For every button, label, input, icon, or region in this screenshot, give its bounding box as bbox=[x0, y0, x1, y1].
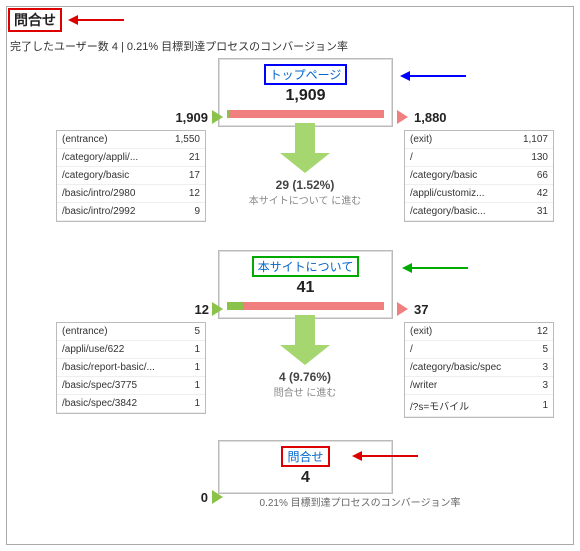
table-row[interactable]: /basic/spec/38421 bbox=[57, 395, 205, 413]
flow-in-icon bbox=[212, 490, 223, 504]
table-row[interactable]: /appli/use/6221 bbox=[57, 341, 205, 359]
table-row[interactable]: /category/basic17 bbox=[57, 167, 205, 185]
final-conversion-note: 0.21% 目標到達プロセスのコンバージョン率 bbox=[230, 494, 490, 509]
funnel-step-1[interactable]: トップページ 1,909 bbox=[218, 58, 393, 127]
step-2-proceed: 4 (9.76%)問合せ に進む bbox=[205, 370, 405, 399]
table-row[interactable]: /?s=モバイル1 bbox=[405, 395, 553, 417]
step-1-exit-table[interactable]: (exit)1,107/130/category/basic66/appli/c… bbox=[404, 130, 554, 222]
table-row[interactable]: (entrance)1,550 bbox=[57, 131, 205, 149]
step-2-out-count: 37 bbox=[414, 302, 428, 317]
table-row[interactable]: /appli/customiz...42 bbox=[405, 185, 553, 203]
table-row[interactable]: (exit)1,107 bbox=[405, 131, 553, 149]
step-1-entrance-table[interactable]: (entrance)1,550/category/appli/...21/cat… bbox=[56, 130, 206, 222]
flow-in-icon bbox=[212, 110, 223, 124]
annotation-arrow-green-icon bbox=[402, 262, 472, 274]
step-2-entrance-table[interactable]: (entrance)5/appli/use/6221/basic/report-… bbox=[56, 322, 206, 414]
flow-in-icon bbox=[212, 302, 223, 316]
step-1-proceed: 29 (1.52%)本サイトについて に進む bbox=[205, 178, 405, 207]
step-1-out-count: 1,880 bbox=[414, 110, 447, 125]
step-1-count: 1,909 bbox=[219, 87, 392, 105]
step-2-exit-table[interactable]: (exit)12/5/category/basic/spec3/writer3/… bbox=[404, 322, 554, 418]
table-row[interactable]: /5 bbox=[405, 341, 553, 359]
funnel-step-2[interactable]: 本サイトについて 41 bbox=[218, 250, 393, 319]
table-row[interactable]: /writer3 bbox=[405, 377, 553, 395]
table-row[interactable]: /basic/intro/29929 bbox=[57, 203, 205, 221]
table-row[interactable]: /category/basic...31 bbox=[405, 203, 553, 221]
step-1-in-count: 1,909 bbox=[168, 110, 208, 125]
goal-title: 問合せ bbox=[8, 8, 62, 32]
table-row[interactable]: /basic/report-basic/...1 bbox=[57, 359, 205, 377]
table-row[interactable]: (entrance)5 bbox=[57, 323, 205, 341]
annotation-arrow-red-icon bbox=[352, 450, 422, 462]
step-2-count: 41 bbox=[219, 279, 392, 297]
step-3-in-count: 0 bbox=[190, 490, 208, 505]
step-1-label: トップページ bbox=[264, 64, 348, 85]
flow-out-icon bbox=[397, 302, 408, 316]
step-2-bar bbox=[227, 302, 384, 310]
table-row[interactable]: /category/basic/spec3 bbox=[405, 359, 553, 377]
funnel-step-3[interactable]: 問合せ 4 bbox=[218, 440, 393, 494]
report-subtitle: 完了したユーザー数 4 | 0.21% 目標到達プロセスのコンバージョン率 bbox=[10, 38, 348, 54]
annotation-arrow-red-icon bbox=[68, 14, 128, 26]
annotation-arrow-blue-icon bbox=[400, 70, 470, 82]
table-row[interactable]: (exit)12 bbox=[405, 323, 553, 341]
flow-out-icon bbox=[397, 110, 408, 124]
funnel-down-arrow-icon bbox=[280, 123, 330, 173]
step-2-in-count: 12 bbox=[185, 302, 209, 317]
step-3-label: 問合せ bbox=[281, 446, 329, 467]
step-1-bar bbox=[227, 110, 384, 118]
table-row[interactable]: /category/appli/...21 bbox=[57, 149, 205, 167]
table-row[interactable]: /category/basic66 bbox=[405, 167, 553, 185]
funnel-down-arrow-icon bbox=[280, 315, 330, 365]
step-3-count: 4 bbox=[219, 469, 392, 487]
table-row[interactable]: /basic/spec/37751 bbox=[57, 377, 205, 395]
step-2-label: 本サイトについて bbox=[252, 256, 360, 277]
table-row[interactable]: /130 bbox=[405, 149, 553, 167]
table-row[interactable]: /basic/intro/298012 bbox=[57, 185, 205, 203]
